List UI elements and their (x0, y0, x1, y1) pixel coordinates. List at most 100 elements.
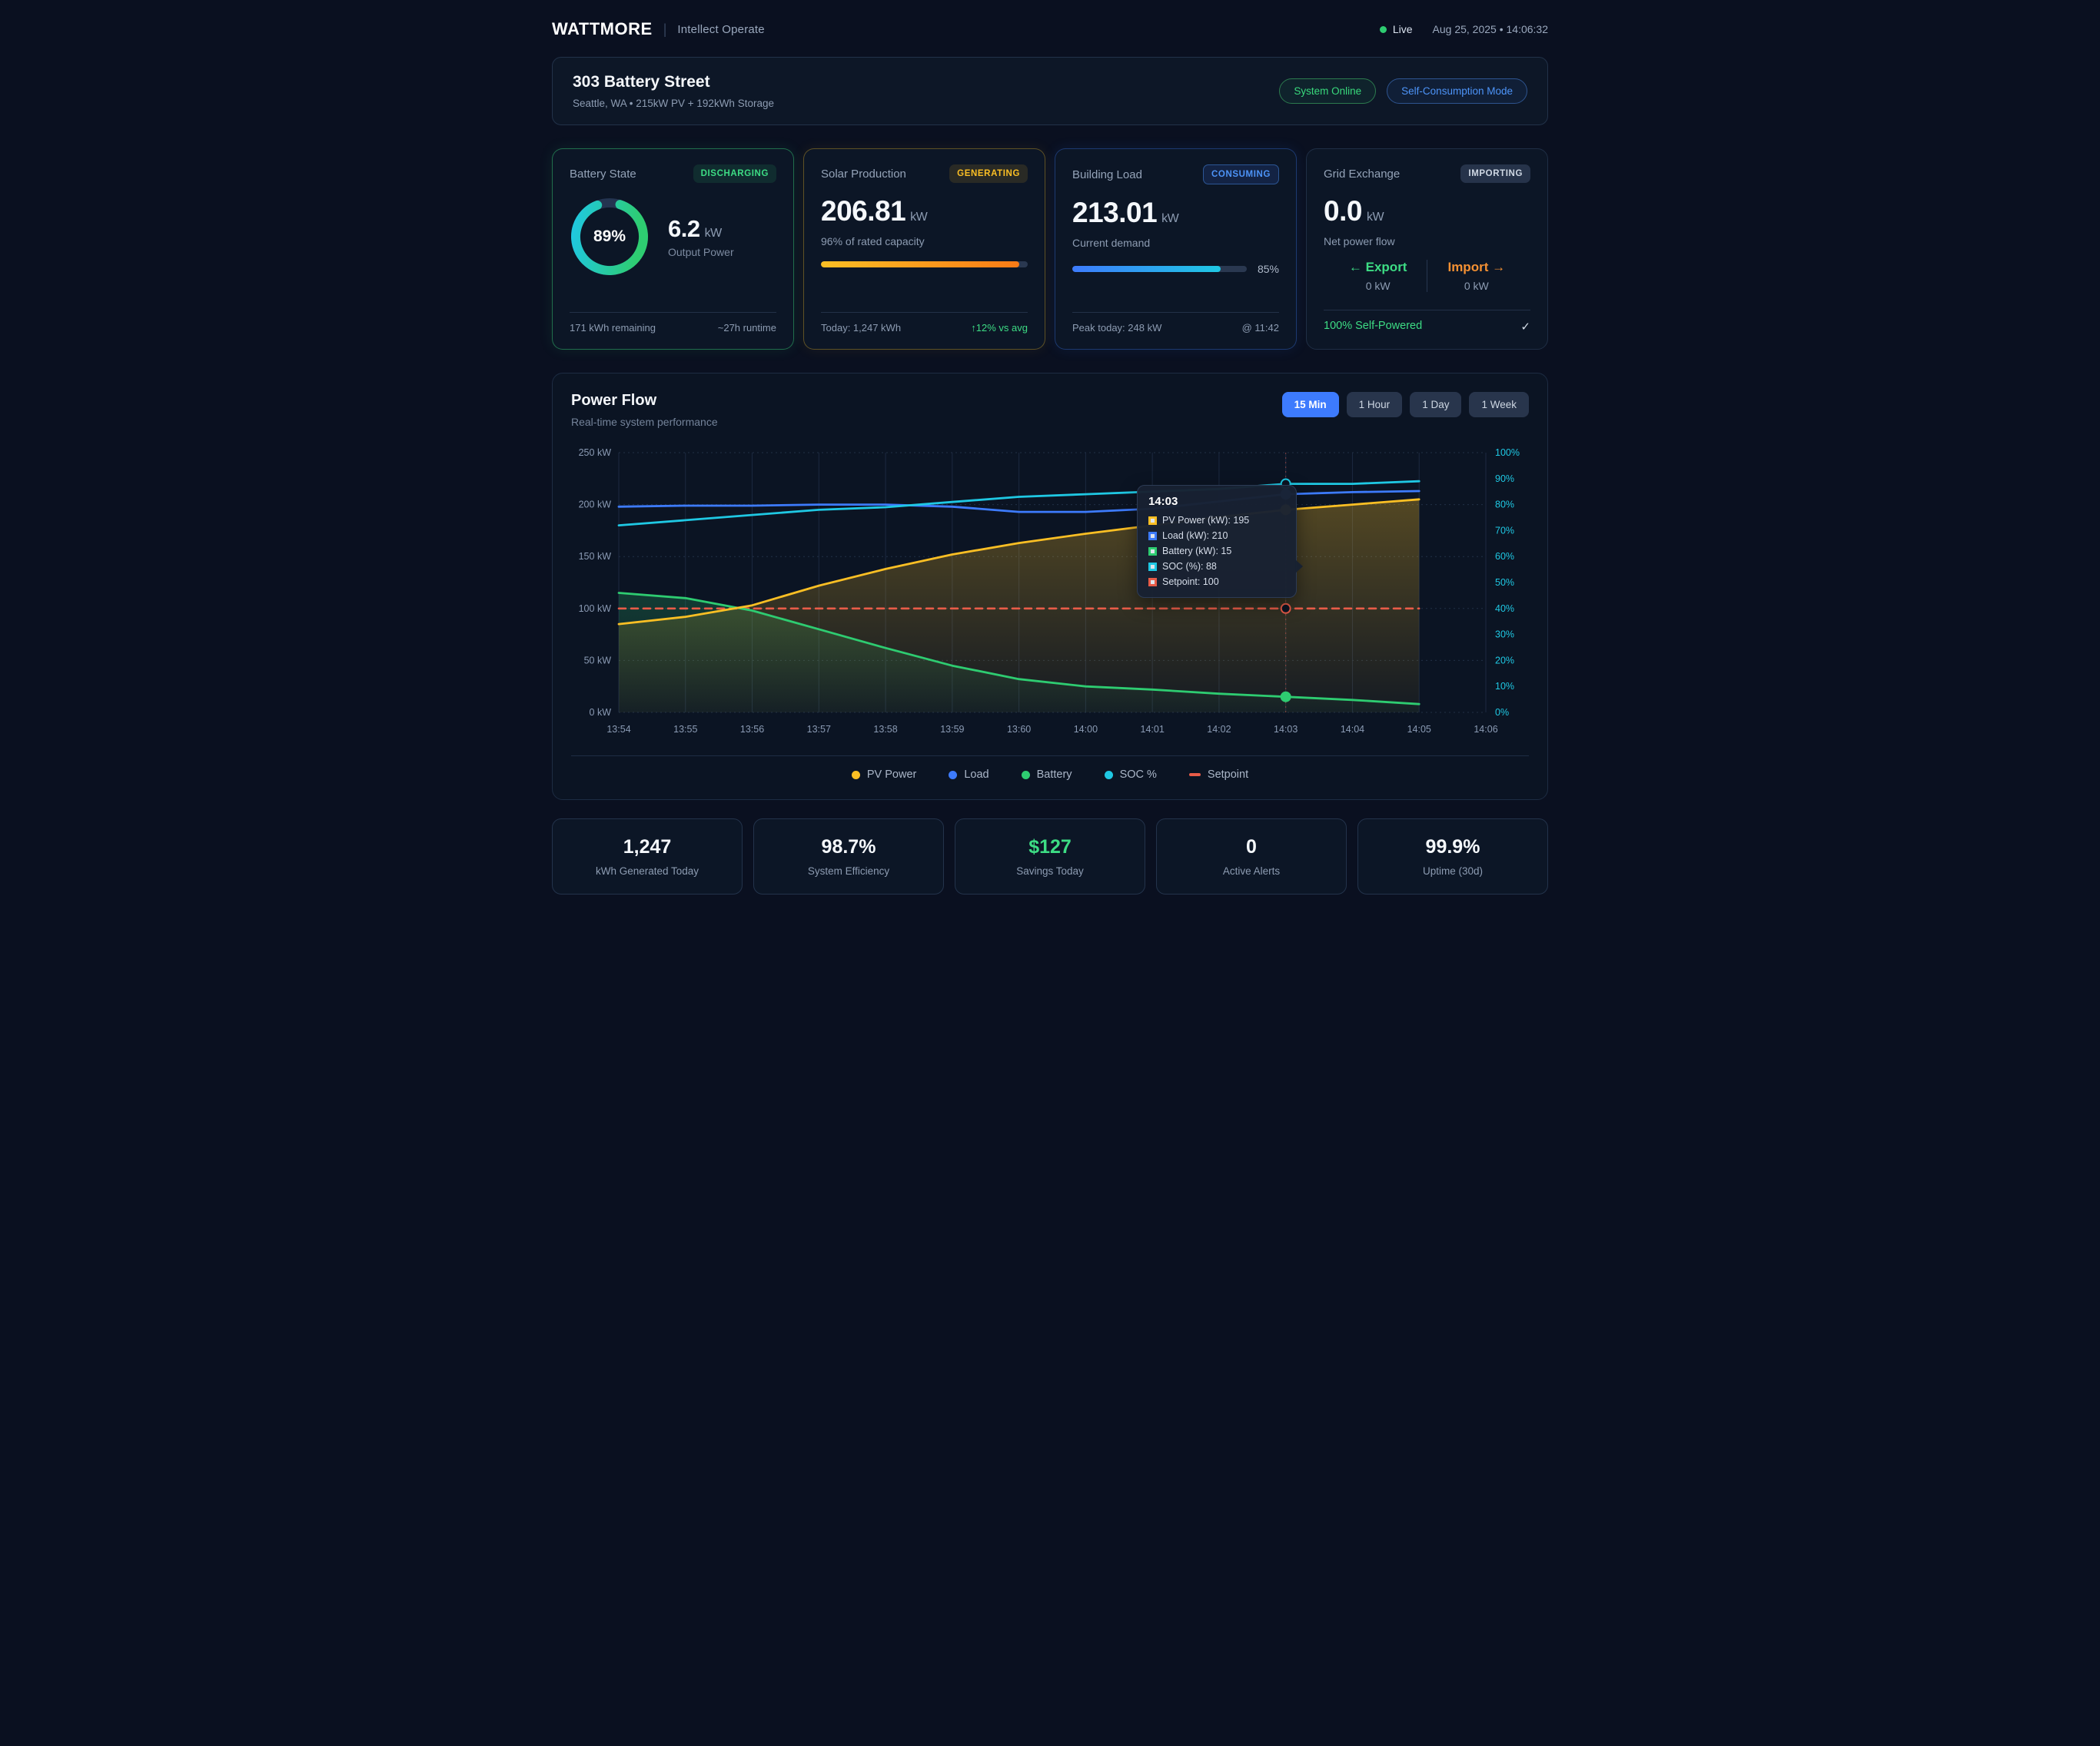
tooltip-row-3: SOC (%): 88 (1148, 561, 1285, 572)
top-bar: WATTMORE | Intellect Operate Live Aug 25… (552, 12, 1548, 46)
legend-item-soc-[interactable]: SOC % (1105, 768, 1157, 781)
solar-status-badge: GENERATING (949, 164, 1028, 183)
svg-text:13:59: 13:59 (940, 724, 964, 735)
grid-card-title: Grid Exchange (1324, 168, 1400, 181)
svg-text:13:60: 13:60 (1007, 724, 1031, 735)
grid-import-label: Import → (1447, 260, 1505, 275)
load-peak-time: @ 11:42 (1242, 322, 1279, 334)
datetime: Aug 25, 2025 • 14:06:32 (1433, 23, 1548, 35)
stat-value: 1,247 (560, 836, 734, 858)
brand-logo: WATTMORE (552, 19, 653, 39)
svg-text:0%: 0% (1495, 707, 1509, 718)
grid-value: 0.0 (1324, 195, 1362, 227)
tooltip-row-2: Battery (kW): 15 (1148, 546, 1285, 556)
legend-dash-icon (1189, 773, 1201, 776)
svg-text:13:54: 13:54 (606, 724, 630, 735)
solar-capacity-label: 96% of rated capacity (821, 235, 1028, 247)
battery-card-divider (570, 312, 776, 313)
legend-item-battery[interactable]: Battery (1022, 768, 1072, 781)
load-unit: kW (1161, 212, 1178, 225)
stat-value: $127 (963, 836, 1137, 858)
svg-text:30%: 30% (1495, 629, 1514, 640)
range-button-1-day[interactable]: 1 Day (1410, 392, 1461, 417)
metric-cards-row: Battery State DISCHARGING (552, 148, 1548, 350)
legend-item-load[interactable]: Load (949, 768, 989, 781)
site-badges: System Online Self-Consumption Mode (1279, 78, 1527, 104)
power-flow-subtitle: Real-time system performance (571, 416, 718, 428)
svg-text:13:58: 13:58 (873, 724, 897, 735)
svg-text:14:00: 14:00 (1074, 724, 1098, 735)
battery-card-title: Battery State (570, 168, 636, 181)
battery-state-card: Battery State DISCHARGING (552, 148, 794, 350)
svg-text:13:57: 13:57 (807, 724, 831, 735)
tooltip-swatch-icon (1148, 578, 1157, 586)
grid-status-badge: IMPORTING (1460, 164, 1530, 183)
site-badge-0[interactable]: System Online (1279, 78, 1376, 104)
solar-today-total: Today: 1,247 kWh (821, 322, 901, 334)
svg-text:14:04: 14:04 (1341, 724, 1364, 735)
solar-progress-track (821, 261, 1028, 267)
range-button-15-min[interactable]: 15 Min (1282, 392, 1339, 417)
legend-dot-icon (949, 771, 957, 779)
tooltip-row-4: Setpoint: 100 (1148, 576, 1285, 587)
grid-export-column: ← Export 0 kW (1329, 260, 1428, 292)
tooltip-swatch-icon (1148, 563, 1157, 571)
dashboard-page: WATTMORE | Intellect Operate Live Aug 25… (552, 0, 1548, 916)
svg-text:100%: 100% (1495, 447, 1520, 458)
grid-flow-label: Net power flow (1324, 235, 1530, 247)
grid-unit: kW (1367, 211, 1384, 224)
range-button-1-hour[interactable]: 1 Hour (1347, 392, 1403, 417)
chart-tooltip: 14:03 PV Power (kW): 195Load (kW): 210Ba… (1137, 485, 1297, 598)
svg-text:13:56: 13:56 (740, 724, 764, 735)
grid-import-value: 0 kW (1447, 280, 1505, 292)
site-card: 303 Battery Street Seattle, WA • 215kW P… (552, 57, 1548, 125)
legend-item-setpoint[interactable]: Setpoint (1189, 768, 1248, 781)
grid-exchange-card: Grid Exchange IMPORTING 0.0 kW Net power … (1306, 148, 1548, 350)
range-button-1-week[interactable]: 1 Week (1469, 392, 1529, 417)
power-flow-chart[interactable]: 0 kW50 kW100 kW150 kW200 kW250 kW0%10%20… (571, 442, 1529, 748)
summary-stats-row: 1,247kWh Generated Today98.7%System Effi… (552, 818, 1548, 895)
svg-text:13:55: 13:55 (673, 724, 697, 735)
stat-value: 0 (1165, 836, 1338, 858)
stat-label: Active Alerts (1165, 865, 1338, 877)
battery-remaining: 171 kWh remaining (570, 322, 656, 334)
legend-item-pv-power[interactable]: PV Power (852, 768, 916, 781)
battery-output-value: 6.2 (668, 215, 700, 242)
svg-text:14:01: 14:01 (1141, 724, 1165, 735)
svg-text:250 kW: 250 kW (579, 447, 612, 458)
solar-production-card: Solar Production GENERATING 206.81kW 96%… (803, 148, 1045, 350)
legend-dot-icon (852, 771, 860, 779)
battery-output-label: Output Power (668, 246, 734, 258)
load-status-badge: CONSUMING (1203, 164, 1279, 184)
grid-export-label: ← Export (1349, 260, 1407, 275)
load-card-divider (1072, 312, 1279, 313)
live-status: Live (1380, 23, 1413, 35)
site-details: Seattle, WA • 215kW PV + 192kWh Storage (573, 98, 774, 109)
load-value: 213.01 (1072, 197, 1157, 228)
svg-text:14:05: 14:05 (1407, 724, 1431, 735)
power-flow-chart-canvas[interactable]: 0 kW50 kW100 kW150 kW200 kW250 kW0%10%20… (571, 442, 1530, 748)
svg-text:40%: 40% (1495, 603, 1514, 614)
svg-text:14:03: 14:03 (1274, 724, 1298, 735)
site-badge-1[interactable]: Self-Consumption Mode (1387, 78, 1527, 104)
stat-label: Savings Today (963, 865, 1137, 877)
brand-divider: | (663, 22, 667, 38)
live-label: Live (1393, 23, 1413, 35)
stat-card-kwh-generated-today: 1,247kWh Generated Today (552, 818, 743, 895)
power-flow-card: Power Flow Real-time system performance … (552, 373, 1548, 800)
solar-unit: kW (910, 211, 927, 224)
solar-card-title: Solar Production (821, 168, 906, 181)
svg-text:14:06: 14:06 (1474, 724, 1497, 735)
svg-text:0 kW: 0 kW (590, 707, 612, 718)
svg-text:50 kW: 50 kW (584, 655, 612, 666)
power-flow-title: Power Flow (571, 392, 718, 410)
svg-text:14:02: 14:02 (1207, 724, 1231, 735)
load-progress-fill (1072, 266, 1221, 272)
battery-output-unit: kW (705, 227, 722, 240)
legend-dot-icon (1105, 771, 1113, 779)
stat-card-savings-today: $127 Savings Today (955, 818, 1145, 895)
battery-runtime: ~27h runtime (718, 322, 776, 334)
grid-export-value: 0 kW (1349, 280, 1407, 292)
stat-label: System Efficiency (762, 865, 935, 877)
svg-text:20%: 20% (1495, 655, 1514, 666)
